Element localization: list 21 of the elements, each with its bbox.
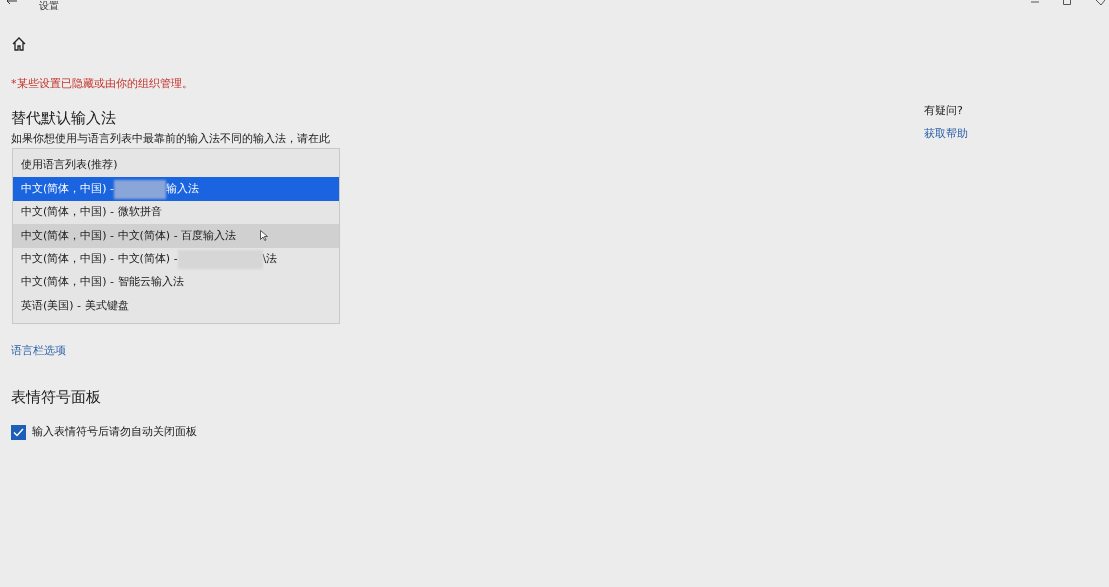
dropdown-option[interactable]: 中文(简体，中国) - 中文(简体) - 百度输入法 bbox=[13, 224, 339, 248]
dropdown-option[interactable]: 中文(简体，中国) - 输入法 bbox=[13, 177, 339, 201]
dropdown-option[interactable]: 中文(简体，中国) - 中文(简体) - \法 bbox=[13, 247, 339, 271]
notice-text: *某些设置已隐藏或由你的组织管理。 bbox=[11, 77, 194, 91]
checkbox-label: 输入表情符号后请勿自动关闭面板 bbox=[32, 424, 197, 440]
section-heading: 替代默认输入法 bbox=[11, 108, 117, 128]
language-bar-link[interactable]: 语言栏选项 bbox=[11, 343, 66, 360]
window-title: 设置 bbox=[39, 0, 59, 12]
close-icon[interactable] bbox=[1096, 0, 1105, 5]
dropdown-option[interactable]: 中文(简体，中国) - 智能云输入法 bbox=[13, 270, 339, 295]
mouse-pointer-icon bbox=[260, 230, 269, 242]
dropdown-option[interactable]: 使用语言列表(推荐) bbox=[13, 154, 339, 178]
checkbox[interactable] bbox=[11, 424, 26, 440]
dropdown-option[interactable]: 中文(简体，中国) - 微软拼音 bbox=[13, 200, 339, 225]
description-text: 如果你想使用与语言列表中最靠前的输入法不同的输入法，请在此 bbox=[11, 132, 330, 146]
home-icon[interactable] bbox=[12, 37, 26, 51]
section-heading: 表情符号面板 bbox=[11, 387, 101, 407]
help-question: 有疑问? bbox=[924, 103, 964, 119]
restore-icon[interactable] bbox=[1063, 0, 1072, 5]
dropdown-option[interactable]: 英语(美国) - 美式键盘 bbox=[13, 294, 339, 318]
get-help-link[interactable]: 获取帮助 bbox=[924, 125, 968, 142]
